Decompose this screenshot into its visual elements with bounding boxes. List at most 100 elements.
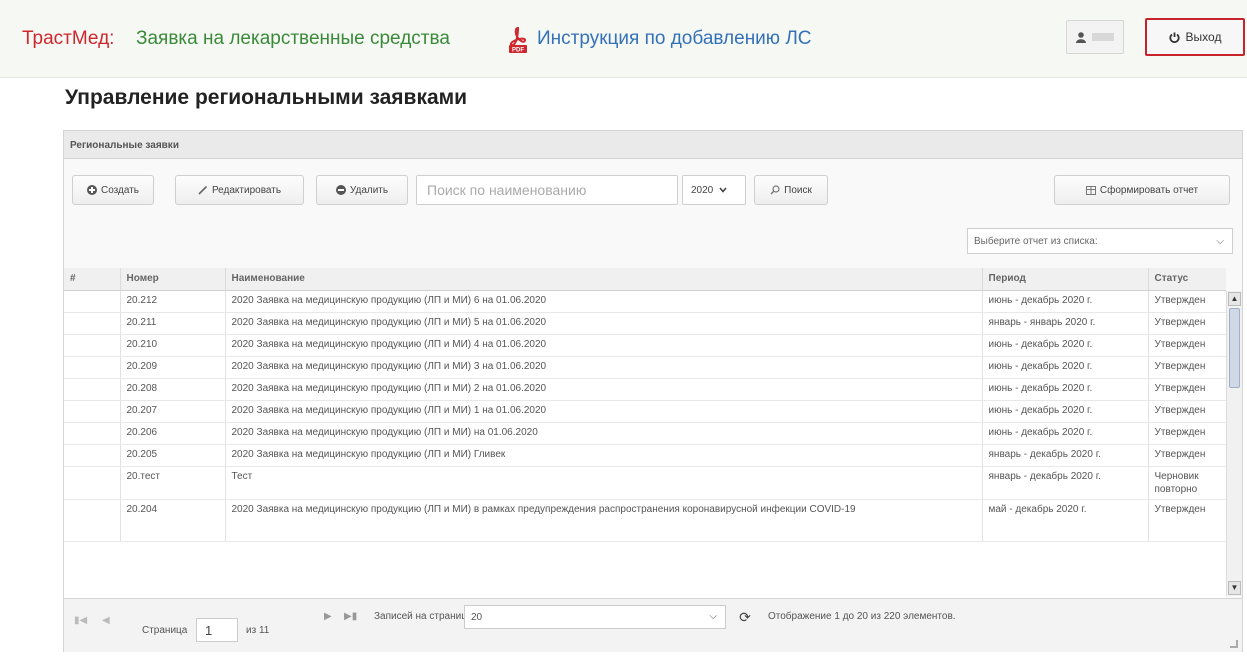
edit-label: Редактировать [211, 184, 282, 196]
cell-number: 20.212 [120, 290, 226, 313]
cell-status: Утвержден [1148, 378, 1226, 401]
row-index [64, 378, 121, 401]
prev-page-icon[interactable]: ◀ [102, 615, 110, 626]
generate-report-button[interactable]: Сформировать отчет [1054, 175, 1230, 205]
table-scrollbar[interactable]: ▲ ▼ [1226, 291, 1242, 596]
column-header[interactable]: Период [982, 268, 1149, 291]
cell-status: Утвержден [1148, 334, 1226, 357]
instruction-link[interactable]: Инструкция по добавлению ЛС [537, 28, 812, 50]
cell-status: Утвержден [1148, 356, 1226, 379]
table-row[interactable]: 20.тест Тест январь - декабрь 2020 г. Че… [64, 466, 1226, 500]
table-header-row: # Номер Наименование Период Статус [64, 268, 1226, 291]
app-title[interactable]: Заявка на лекарственные средства [136, 28, 450, 50]
page-title: Управление региональными заявками [65, 86, 468, 109]
column-header[interactable]: # [64, 268, 121, 291]
cell-period: май - декабрь 2020 г. [982, 499, 1149, 542]
cell-period: январь - декабрь 2020 г. [982, 466, 1149, 500]
row-index [64, 422, 121, 445]
table-row[interactable]: 20.204 2020 Заявка на медицинскую продук… [64, 499, 1226, 542]
report-button-label: Сформировать отчет [1099, 184, 1199, 196]
pager: ▮◀ ◀ Страница из 11 ▶ ▶▮ Записей на стра… [64, 598, 1242, 652]
pdf-icon[interactable]: PDF [507, 26, 529, 54]
cell-period: июнь - декабрь 2020 г. [982, 290, 1149, 313]
column-header[interactable]: Номер [120, 268, 226, 291]
year-value: 2020 [691, 184, 714, 196]
create-button[interactable]: Создать [72, 175, 154, 205]
search-input[interactable] [416, 175, 678, 205]
svg-text:PDF: PDF [512, 48, 524, 54]
cell-name: 2020 Заявка на медицинскую продукцию (ЛП… [225, 499, 983, 542]
row-index [64, 499, 121, 542]
user-name [1092, 33, 1114, 41]
search-button-label: Поиск [784, 184, 812, 196]
report-select[interactable]: Выберите отчет из списка: ⌵ [967, 228, 1233, 254]
page-size-label: Записей на странице: [374, 611, 476, 622]
table-row[interactable]: 20.206 2020 Заявка на медицинскую продук… [64, 422, 1226, 445]
search-button[interactable]: Поиск [754, 175, 828, 205]
year-select[interactable]: 2020 [682, 175, 746, 205]
cell-name: 2020 Заявка на медицинскую продукцию (ЛП… [225, 334, 983, 357]
column-header[interactable]: Наименование [225, 268, 983, 291]
cell-number: 20.209 [120, 356, 226, 379]
cell-name: 2020 Заявка на медицинскую продукцию (ЛП… [225, 378, 983, 401]
pencil-icon [198, 185, 208, 195]
resize-grip[interactable] [1230, 640, 1238, 648]
cell-name: 2020 Заявка на медицинскую продукцию (ЛП… [225, 312, 983, 335]
scroll-up-icon[interactable]: ▲ [1228, 292, 1241, 306]
cell-period: июнь - декабрь 2020 г. [982, 334, 1149, 357]
chevron-down-icon: ⌵ [709, 611, 717, 622]
first-page-icon[interactable]: ▮◀ [74, 615, 87, 626]
top-bar: ТрастМед: Заявка на лекарственные средст… [0, 0, 1247, 78]
chevron-down-icon: ⌵ [1216, 236, 1224, 247]
cell-number: 20.204 [120, 499, 226, 542]
cell-number: 20.208 [120, 378, 226, 401]
edit-button[interactable]: Редактировать [175, 175, 304, 205]
delete-button[interactable]: Удалить [316, 175, 408, 205]
cell-number: 20.206 [120, 422, 226, 445]
cell-period: январь - январь 2020 г. [982, 312, 1149, 335]
table-row[interactable]: 20.208 2020 Заявка на медицинскую продук… [64, 378, 1226, 401]
user-icon [1076, 31, 1086, 43]
regional-requests-panel: Региональные заявки Создать Редактироват… [63, 130, 1243, 652]
brand-label[interactable]: ТрастМед: [22, 28, 114, 50]
last-page-icon[interactable]: ▶▮ [344, 611, 357, 622]
row-index [64, 466, 121, 500]
scroll-down-icon[interactable]: ▼ [1228, 581, 1241, 595]
plus-circle-icon [86, 185, 97, 195]
table-row[interactable]: 20.205 2020 Заявка на медицинскую продук… [64, 444, 1226, 467]
cell-number: 20.211 [120, 312, 226, 335]
table-row[interactable]: 20.212 2020 Заявка на медицинскую продук… [64, 290, 1226, 313]
user-menu-button[interactable] [1066, 20, 1124, 54]
row-index [64, 312, 121, 335]
logout-button[interactable]: Выход [1145, 18, 1245, 56]
cell-status: Утвержден [1148, 290, 1226, 313]
cell-name: 2020 Заявка на медицинскую продукцию (ЛП… [225, 422, 983, 445]
report-select-placeholder: Выберите отчет из списка: [974, 235, 1098, 247]
cell-number: 20.205 [120, 444, 226, 467]
page-size-select[interactable]: 20 ⌵ [464, 605, 726, 629]
search-icon [770, 185, 780, 195]
table-row[interactable]: 20.207 2020 Заявка на медицинскую продук… [64, 400, 1226, 423]
column-header[interactable]: Статус [1148, 268, 1226, 291]
panel-title: Региональные заявки [64, 131, 1242, 159]
table-row[interactable]: 20.209 2020 Заявка на медицинскую продук… [64, 356, 1226, 379]
cell-name: 2020 Заявка на медицинскую продукцию (ЛП… [225, 400, 983, 423]
minus-circle-icon [335, 185, 346, 195]
row-index [64, 444, 121, 467]
cell-name: 2020 Заявка на медицинскую продукцию (ЛП… [225, 290, 983, 313]
next-page-icon[interactable]: ▶ [324, 611, 332, 622]
cell-status: Утвержден [1148, 312, 1226, 335]
cell-status: Черновик повторно [1148, 466, 1226, 500]
row-index [64, 356, 121, 379]
cell-status: Утвержден [1148, 444, 1226, 467]
table-row[interactable]: 20.211 2020 Заявка на медицинскую продук… [64, 312, 1226, 335]
row-index [64, 400, 121, 423]
page-number-input[interactable] [196, 618, 238, 642]
table-row[interactable]: 20.210 2020 Заявка на медицинскую продук… [64, 334, 1226, 357]
scroll-thumb[interactable] [1229, 308, 1240, 388]
cell-period: июнь - декабрь 2020 г. [982, 422, 1149, 445]
cell-period: июнь - декабрь 2020 г. [982, 400, 1149, 423]
requests-table: # Номер Наименование Период Статус 20.21… [64, 268, 1226, 598]
refresh-icon[interactable]: ⟳ [734, 606, 756, 628]
cell-number: 20.210 [120, 334, 226, 357]
